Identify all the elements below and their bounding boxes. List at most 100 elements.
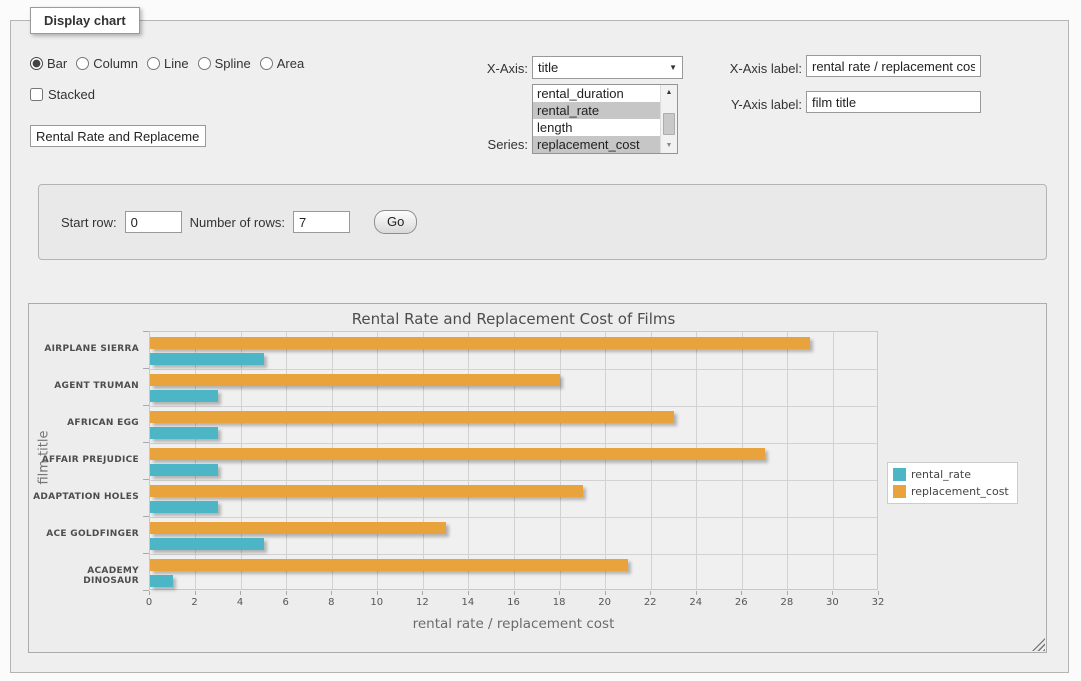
x-tick-label: 24 [676,597,716,608]
series-option-length[interactable]: length [533,119,660,136]
y-tick-label: ACE GOLDFINGER [29,529,139,539]
chart-title-input[interactable] [30,125,206,147]
bar-replacement_cost [150,559,628,571]
x-tick-mark [696,591,697,595]
chart-type-option-area[interactable]: Area [260,56,304,71]
x-tick-mark [605,591,606,595]
bar-replacement_cost [150,374,560,386]
chart-type-radio-spline[interactable] [198,57,211,70]
chart-type-option-label: Bar [47,56,67,71]
bar-replacement_cost [150,337,810,349]
x-tick-label: 2 [175,597,215,608]
x-tick-mark [741,591,742,595]
stacked-checkbox[interactable] [30,88,43,101]
num-rows-input[interactable] [293,211,350,233]
chart-type-option-spline[interactable]: Spline [198,56,251,71]
y-tick-label: ADAPTATION HOLES [29,492,139,502]
chart-type-option-label: Area [277,56,304,71]
bar-group [150,406,877,443]
bar-rental_rate [150,427,218,439]
x-axis-label-input[interactable] [806,55,981,77]
y-tick-label: AFFAIR PREJUDICE [29,455,139,465]
bar-group [150,369,877,406]
y-tick-mark [143,553,149,554]
legend-label: replacement_cost [911,485,1009,498]
chart-type-option-label: Spline [215,56,251,71]
bar-replacement_cost [150,522,446,534]
x-axis-select-wrap: title ▼ [532,56,683,79]
chart-type-radio-area[interactable] [260,57,273,70]
plot-area [149,331,878,590]
bar-rental_rate [150,575,173,587]
scrollbar-thumb[interactable] [663,113,675,135]
bar-replacement_cost [150,448,765,460]
x-tick-label: 16 [494,597,534,608]
legend-swatch-rental_rate [893,468,906,481]
series-option-replacement_cost[interactable]: replacement_cost [533,136,660,153]
legend-item: rental_rate [893,468,1009,481]
x-tick-mark [377,591,378,595]
go-button[interactable]: Go [374,210,417,234]
x-tick-label: 12 [402,597,442,608]
x-tick-mark [787,591,788,595]
x-axis-title: rental rate / replacement cost [149,616,878,632]
resize-handle-icon[interactable] [1032,638,1045,651]
x-tick-mark [832,591,833,595]
x-tick-label: 6 [266,597,306,608]
start-row-input[interactable] [125,211,182,233]
series-option-rental_rate[interactable]: rental_rate [533,102,660,119]
display-chart-tab: Display chart [30,7,140,34]
y-tick-mark [143,479,149,480]
x-tick-mark [422,591,423,595]
bar-group [150,480,877,517]
chart-type-radio-group: Bar Column Line Spline Area [30,56,304,71]
bar-group [150,332,877,369]
chart-type-radio-column[interactable] [76,57,89,70]
x-tick-mark [149,591,150,595]
scroll-up-icon[interactable]: ▲ [661,85,677,100]
chart-type-radio-line[interactable] [147,57,160,70]
bar-rental_rate [150,538,264,550]
bar-group [150,517,877,554]
x-tick-mark [331,591,332,595]
x-tick-label: 32 [858,597,898,608]
series-listbox: rental_durationrental_ratelengthreplacem… [532,84,678,154]
scroll-down-icon[interactable]: ▼ [661,138,677,153]
x-tick-mark [286,591,287,595]
bar-replacement_cost [150,485,583,497]
y-axis-label-input[interactable] [806,91,981,113]
y-tick-mark [143,368,149,369]
legend-swatch-replacement_cost [893,485,906,498]
rows-panel: Start row: Number of rows: Go [38,184,1047,260]
bar-rental_rate [150,501,218,513]
stacked-option[interactable]: Stacked [30,87,95,102]
y-tick-label: AIRPLANE SIERRA [29,344,139,354]
x-tick-label: 0 [129,597,169,608]
x-tick-mark [468,591,469,595]
chart-type-radio-bar[interactable] [30,57,43,70]
x-tick-label: 4 [220,597,260,608]
bar-rental_rate [150,353,264,365]
chart-type-option-bar[interactable]: Bar [30,56,67,71]
series-option-rental_duration[interactable]: rental_duration [533,85,660,102]
y-tick-mark [143,590,149,591]
x-tick-label: 20 [585,597,625,608]
x-tick-label: 14 [448,597,488,608]
bar-group [150,443,877,480]
num-rows-label: Number of rows: [190,215,285,230]
series-listbox-scrollbar[interactable]: ▲ ▼ [660,85,677,153]
x-tick-label: 22 [630,597,670,608]
rows-panel-content: Start row: Number of rows: Go [61,210,417,234]
chart-type-option-column[interactable]: Column [76,56,138,71]
legend-label: rental_rate [911,468,971,481]
series-listbox-label: Series: [420,137,528,152]
x-axis-select-label: X-Axis: [420,61,528,76]
y-tick-mark [143,516,149,517]
bar-group [150,554,877,591]
chart-type-option-line[interactable]: Line [147,56,189,71]
y-axis-label-label: Y-Axis label: [712,97,802,112]
series-listbox-items: rental_durationrental_ratelengthreplacem… [533,85,660,153]
stacked-label: Stacked [48,87,95,102]
y-tick-mark [143,442,149,443]
x-axis-select[interactable]: title [532,56,683,79]
